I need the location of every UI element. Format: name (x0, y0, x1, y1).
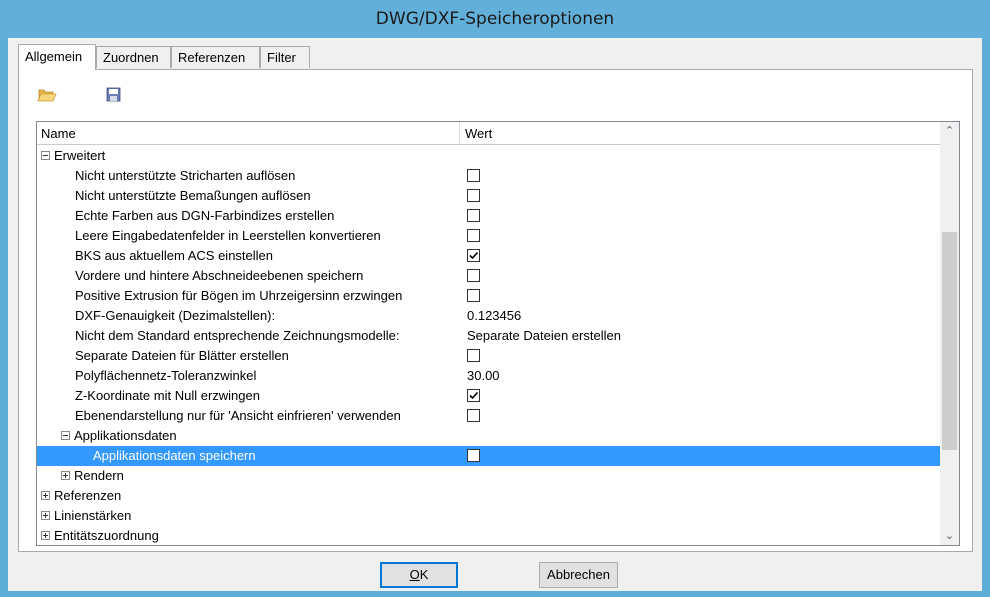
row-label: Applikationsdaten (74, 428, 177, 443)
row-label: Separate Dateien für Blätter erstellen (75, 348, 289, 363)
row-label: Positive Extrusion für Bögen im Uhrzeige… (75, 288, 403, 303)
open-file-button[interactable] (35, 82, 59, 106)
tab-referenzen[interactable]: Referenzen (171, 46, 260, 68)
scroll-down-icon[interactable]: ⌄ (940, 527, 959, 545)
window-title: DWG/DXF-Speicheroptionen (375, 9, 615, 29)
row-value[interactable]: 0.123456 (467, 306, 521, 326)
column-separator[interactable] (459, 122, 460, 144)
property-row[interactable]: Ebenendarstellung nur für 'Ansicht einfr… (37, 406, 941, 426)
column-header-name[interactable]: Name (41, 126, 76, 141)
cancel-button[interactable]: Abbrechen (539, 562, 618, 588)
property-row[interactable]: Positive Extrusion für Bögen im Uhrzeige… (37, 286, 941, 306)
row-label: BKS aus aktuellem ACS einstellen (75, 248, 273, 263)
checkbox[interactable] (467, 169, 480, 182)
row-label: Linienstärken (54, 508, 132, 523)
ok-button[interactable]: OK (380, 562, 458, 588)
tree-group-rendern[interactable]: Rendern (37, 466, 941, 486)
checkmark-icon (469, 391, 479, 400)
row-label: DXF-Genauigkeit (Dezimalstellen): (75, 308, 276, 323)
tree-group-linienstaerken[interactable]: Linienstärken (37, 506, 941, 526)
property-row[interactable]: Nicht unterstützte Stricharten auflösen (37, 166, 941, 186)
row-label: Ebenendarstellung nur für 'Ansicht einfr… (75, 408, 401, 423)
tree-group-applikationsdaten[interactable]: Applikationsdaten (37, 426, 941, 446)
tree-group-erweitert[interactable]: Erweitert (37, 146, 941, 166)
row-label: Nicht unterstützte Bemaßungen auflösen (75, 188, 311, 203)
expand-icon[interactable] (41, 491, 50, 500)
checkbox-checked[interactable] (467, 389, 480, 402)
row-label: Entitätszuordnung (54, 528, 159, 543)
scroll-up-icon[interactable]: ⌃ (940, 122, 959, 140)
property-row-selected[interactable]: Applikationsdaten speichern (37, 446, 941, 466)
checkbox[interactable] (467, 229, 480, 242)
property-row[interactable]: Polyflächennetz-Toleranzwinkel 30.00 (37, 366, 941, 386)
checkbox[interactable] (467, 349, 480, 362)
save-file-button[interactable] (101, 82, 125, 106)
row-label: Nicht unterstützte Stricharten auflösen (75, 168, 296, 183)
vertical-scrollbar[interactable]: ⌃ ⌄ (940, 122, 959, 545)
row-label: Applikationsdaten speichern (93, 448, 256, 463)
tab-filter[interactable]: Filter (260, 46, 310, 68)
row-value[interactable]: 30.00 (467, 366, 500, 386)
property-row[interactable]: Vordere und hintere Abschneideebenen spe… (37, 266, 941, 286)
expand-icon[interactable] (61, 471, 70, 480)
collapse-icon[interactable] (41, 151, 50, 160)
row-label: Leere Eingabedatenfelder in Leerstellen … (75, 228, 381, 243)
property-row[interactable]: Leere Eingabedatenfelder in Leerstellen … (37, 226, 941, 246)
title-bar: DWG/DXF-Speicheroptionen (0, 0, 990, 38)
row-value[interactable]: Separate Dateien erstellen (467, 326, 621, 346)
property-row[interactable]: BKS aus aktuellem ACS einstellen (37, 246, 941, 266)
collapse-icon[interactable] (61, 431, 70, 440)
checkbox[interactable] (467, 409, 480, 422)
expand-icon[interactable] (41, 511, 50, 520)
row-label: Erweitert (54, 148, 106, 163)
folder-open-icon (37, 89, 57, 102)
property-row[interactable]: DXF-Genauigkeit (Dezimalstellen): 0.1234… (37, 306, 941, 326)
property-row[interactable]: Z-Koordinate mit Null erzwingen (37, 386, 941, 406)
floppy-disk-icon (106, 87, 121, 102)
row-label: Nicht dem Standard entsprechende Zeichnu… (75, 328, 400, 343)
expand-icon[interactable] (41, 531, 50, 540)
property-row[interactable]: Separate Dateien für Blätter erstellen (37, 346, 941, 366)
checkbox[interactable] (467, 269, 480, 282)
row-label: Vordere und hintere Abschneideebenen spe… (75, 268, 364, 283)
ok-label-rest: K (419, 567, 429, 582)
row-label: Referenzen (54, 488, 122, 503)
property-row[interactable]: Nicht dem Standard entsprechende Zeichnu… (37, 326, 941, 346)
tree-group-entitaetszuordnung[interactable]: Entitätszuordnung (37, 526, 941, 545)
grid-header: Name Wert (37, 122, 941, 145)
scrollbar-thumb[interactable] (942, 232, 957, 450)
row-label: Z-Koordinate mit Null erzwingen (75, 388, 260, 403)
ok-mnemonic: O (409, 567, 420, 582)
checkbox[interactable] (467, 209, 480, 222)
property-row[interactable]: Nicht unterstützte Bemaßungen auflösen (37, 186, 941, 206)
column-header-value[interactable]: Wert (465, 126, 492, 141)
checkbox-checked[interactable] (467, 249, 480, 262)
checkbox[interactable] (467, 449, 480, 462)
row-label: Rendern (74, 468, 124, 483)
tab-allgemein[interactable]: Allgemein (18, 44, 96, 70)
dialog-client-area: Allgemein Zuordnen Referenzen Filter Nam… (8, 38, 982, 591)
tree-group-referenzen[interactable]: Referenzen (37, 486, 941, 506)
row-label: Polyflächennetz-Toleranzwinkel (75, 368, 257, 383)
checkbox[interactable] (467, 189, 480, 202)
checkmark-icon (469, 251, 479, 260)
checkbox[interactable] (467, 289, 480, 302)
tab-zuordnen[interactable]: Zuordnen (96, 46, 171, 68)
property-grid: Name Wert Erweitert Nicht unterstützte S… (36, 121, 960, 546)
tab-panel-allgemein: Name Wert Erweitert Nicht unterstützte S… (18, 69, 973, 552)
row-label: Echte Farben aus DGN-Farbindizes erstell… (75, 208, 335, 223)
property-row[interactable]: Echte Farben aus DGN-Farbindizes erstell… (37, 206, 941, 226)
